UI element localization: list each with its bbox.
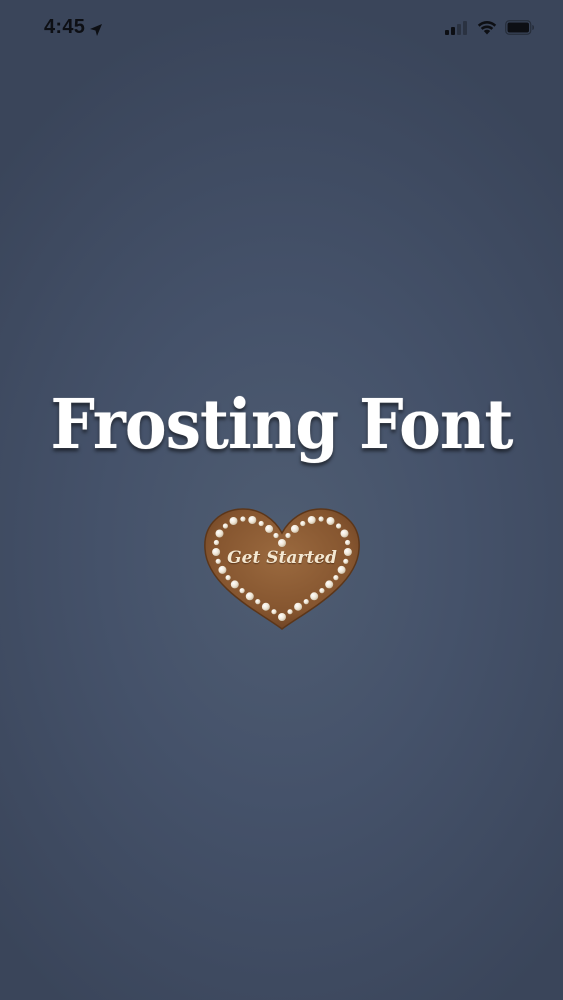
- frosting-pearl: [319, 588, 325, 594]
- frosting-pearl: [215, 529, 224, 538]
- status-time-group: 4:45: [44, 16, 103, 39]
- frosting-pearl: [265, 524, 274, 533]
- frosting-pearl: [307, 516, 316, 524]
- frosting-pearl: [225, 575, 231, 581]
- frosting-pearl: [340, 529, 349, 538]
- frosting-pearl: [230, 580, 239, 589]
- frosting-pearl: [336, 523, 342, 529]
- get-started-button[interactable]: Get Started: [201, 505, 363, 633]
- frosting-pearl: [278, 613, 286, 621]
- frosting-pearl: [345, 539, 351, 546]
- location-arrow-icon: [89, 22, 103, 36]
- frosting-pearl: [278, 539, 286, 547]
- frosting-pearl: [294, 602, 303, 611]
- app-screen: 4:45 Frosting Font Get Started: [0, 0, 563, 1000]
- frosting-pearl: [290, 524, 299, 533]
- frosting-pearl: [310, 592, 319, 601]
- frosting-pearl: [239, 588, 245, 594]
- frosting-pearl: [248, 516, 257, 524]
- frosting-pearl: [333, 575, 339, 581]
- frosting-pearl: [261, 602, 270, 611]
- status-time: 4:45: [44, 16, 86, 38]
- app-title: Frosting Font: [50, 385, 513, 465]
- frosting-pearl: [213, 539, 219, 546]
- frosting-pearl: [240, 516, 246, 522]
- frosting-pearl: [258, 520, 264, 527]
- frosting-pearl: [215, 558, 221, 564]
- frosting-pearl: [271, 609, 277, 615]
- frosting-pearl: [326, 517, 335, 525]
- frosting-pearl: [255, 599, 261, 605]
- frosting-pearl: [285, 532, 291, 539]
- battery-icon: [505, 20, 535, 39]
- frosting-pearl: [273, 532, 279, 539]
- cellular-signal-icon: [445, 20, 469, 39]
- frosting-pearl: [337, 565, 346, 574]
- frosting-pearl: [245, 592, 254, 601]
- frosting-pearl: [212, 548, 221, 556]
- frosting-pearl: [229, 517, 238, 525]
- frosting-pearl: [343, 548, 352, 556]
- frosting-pearl: [343, 558, 349, 564]
- status-bar: 4:45: [0, 0, 563, 60]
- frosting-pearl: [222, 523, 228, 529]
- gingerbread-heart-icon: [204, 508, 360, 630]
- frosting-pearl: [303, 599, 309, 605]
- wifi-icon: [477, 20, 497, 39]
- frosting-pearl: [287, 609, 293, 615]
- frosting-pearl: [300, 520, 306, 527]
- frosting-pearl: [218, 565, 227, 574]
- frosting-pearl: [318, 516, 324, 522]
- status-right-group: [445, 20, 535, 39]
- frosting-pearl: [325, 580, 334, 589]
